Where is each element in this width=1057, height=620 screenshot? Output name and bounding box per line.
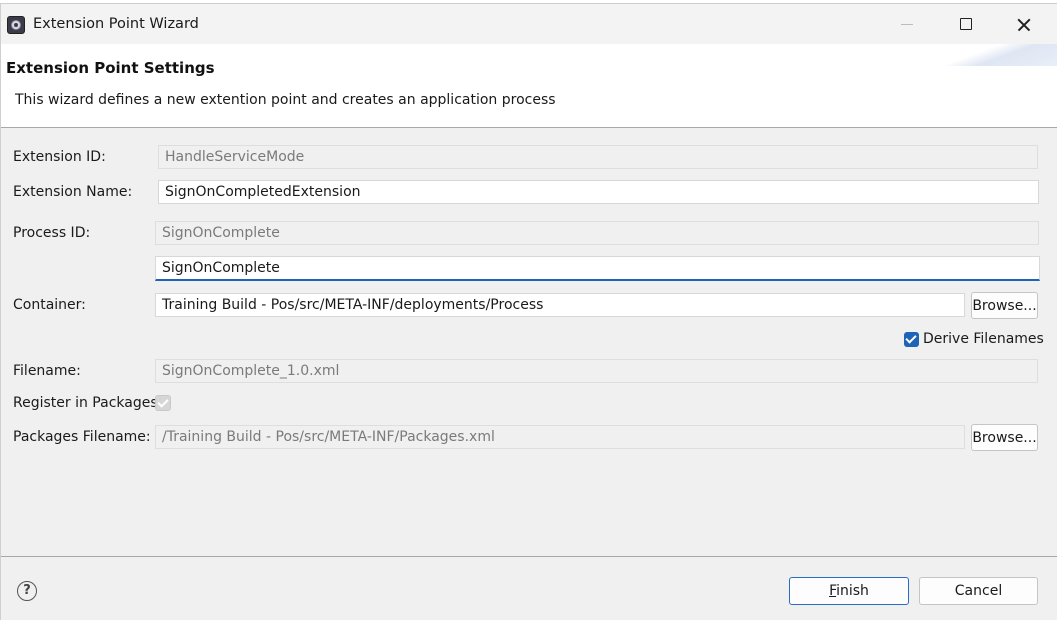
derive-filenames-checkbox[interactable]	[904, 332, 919, 347]
title-bar: Extension Point Wizard	[1, 4, 1057, 44]
minimize-button[interactable]	[879, 4, 937, 44]
extension-name-label: Extension Name:	[13, 184, 133, 200]
help-icon[interactable]: ?	[17, 581, 37, 601]
container-input[interactable]: Training Build - Pos/src/META-INF/deploy…	[155, 293, 965, 317]
process-id-label: Process ID:	[13, 225, 91, 241]
maximize-button[interactable]	[937, 4, 995, 44]
footer-divider	[1, 556, 1057, 557]
page-title: Extension Point Settings	[6, 59, 215, 77]
process-id-field: SignOnComplete	[155, 221, 1039, 245]
extension-point-wizard-dialog: Extension Point Wizard Extension Point S…	[0, 3, 1057, 620]
wizard-header: Extension Point Settings This wizard def…	[1, 44, 1057, 128]
banner-decoration	[938, 44, 1057, 66]
register-in-packages-label: Register in Packages:	[13, 395, 163, 411]
container-browse-button[interactable]: Browse...	[971, 292, 1038, 319]
packages-filename-label: Packages Filename:	[13, 429, 151, 445]
extension-name-input[interactable]: SignOnCompletedExtension	[158, 180, 1039, 204]
packages-browse-button[interactable]: Browse...	[971, 424, 1038, 451]
header-divider	[1, 127, 1057, 128]
filename-field: SignOnComplete_1.0.xml	[155, 359, 1038, 383]
finish-button[interactable]: Finish	[789, 577, 909, 605]
register-in-packages-checkbox	[155, 395, 171, 411]
close-button[interactable]	[995, 4, 1053, 44]
packages-filename-field: /Training Build - Pos/src/META-INF/Packa…	[155, 425, 965, 449]
page-description: This wizard defines a new extention poin…	[15, 92, 556, 108]
extension-id-label: Extension ID:	[13, 149, 106, 165]
derive-filenames-label: Derive Filenames	[923, 331, 1044, 347]
window-title: Extension Point Wizard	[33, 16, 199, 32]
eclipse-icon	[7, 16, 25, 34]
extension-id-field: HandleServiceMode	[158, 145, 1038, 169]
process-id-input[interactable]: SignOnComplete	[155, 256, 1040, 281]
cancel-button[interactable]: Cancel	[919, 577, 1038, 605]
container-label: Container:	[13, 297, 86, 313]
filename-label: Filename:	[13, 363, 81, 379]
